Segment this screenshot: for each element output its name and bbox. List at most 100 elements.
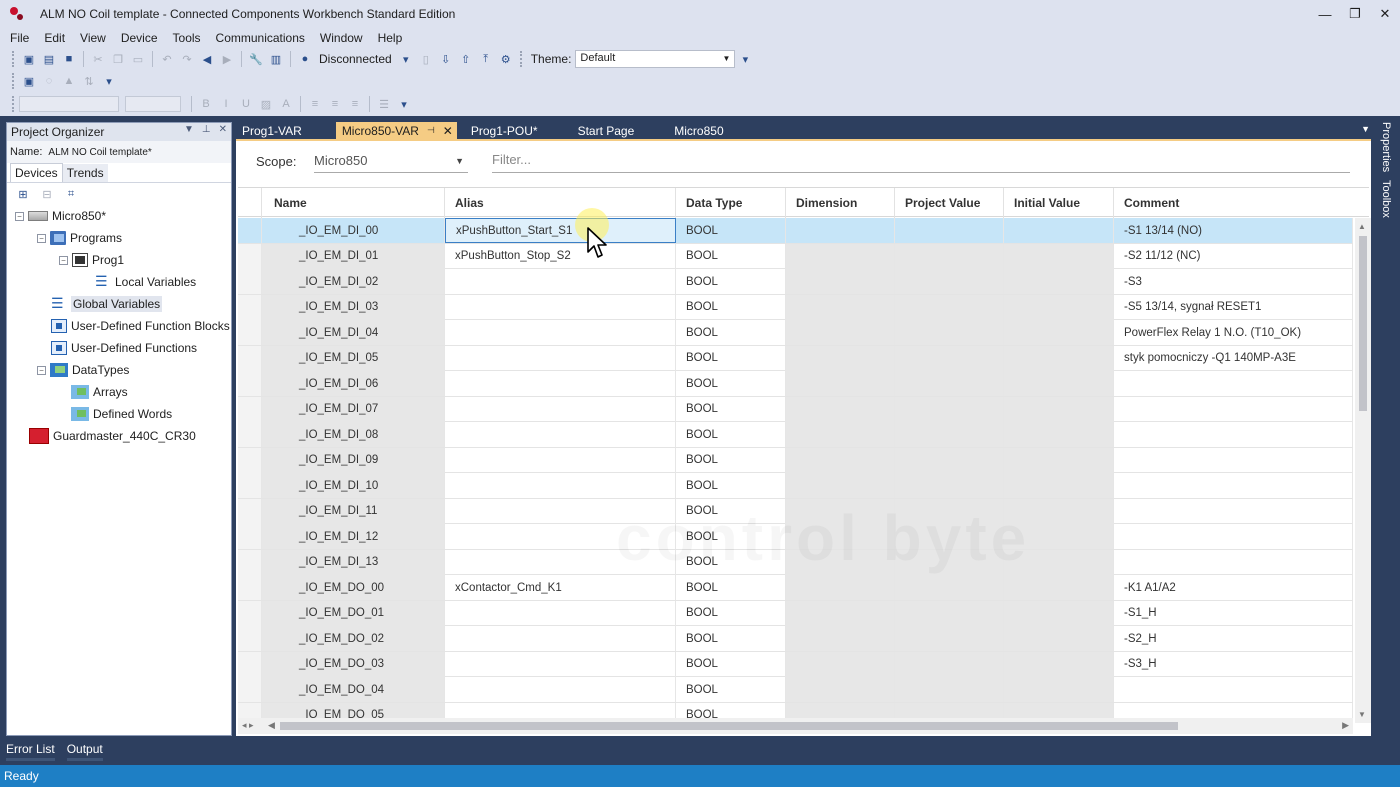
bold-icon[interactable]: B xyxy=(198,96,214,112)
debug-icon[interactable]: ⚙ xyxy=(498,51,514,67)
cell-dimension[interactable] xyxy=(786,626,895,651)
row-selector[interactable] xyxy=(238,422,262,447)
cell-project-value[interactable] xyxy=(895,600,1004,626)
row-selector[interactable] xyxy=(238,269,262,294)
close-tab-icon[interactable]: ✕ xyxy=(443,124,453,138)
cell-project-value[interactable] xyxy=(895,345,1004,371)
cell-project-value[interactable] xyxy=(895,371,1004,396)
cell-comment[interactable]: -S5 13/14, sygnał RESET1 xyxy=(1114,294,1353,320)
cell-alias[interactable] xyxy=(445,549,676,575)
cell-alias[interactable]: xContactor_Cmd_K1 xyxy=(445,575,676,600)
table-row[interactable]: _IO_EM_DI_09 BOOL xyxy=(238,447,1353,473)
tab-output[interactable]: Output xyxy=(66,742,103,761)
cell-project-value[interactable] xyxy=(895,447,1004,473)
cell-alias[interactable] xyxy=(445,498,676,524)
table-row[interactable]: _IO_EM_DI_04 BOOL PowerFlex Relay 1 N.O. (… xyxy=(238,320,1353,346)
cell-comment[interactable] xyxy=(1114,396,1353,422)
table-row[interactable]: _IO_EM_DO_03 BOOL -S3_H xyxy=(238,651,1353,677)
row-selector[interactable] xyxy=(238,371,262,396)
cell-name[interactable]: _IO_EM_DO_02 xyxy=(262,626,445,651)
cell-project-value[interactable] xyxy=(895,218,1004,243)
download-icon[interactable]: ⇩ xyxy=(438,51,454,67)
undo-icon[interactable]: ↶ xyxy=(159,51,175,67)
cell-alias[interactable] xyxy=(445,473,676,498)
cell-project-value[interactable] xyxy=(895,626,1004,651)
cell-name[interactable]: _IO_EM_DI_00 xyxy=(262,218,445,243)
cell-initial-value[interactable] xyxy=(1004,294,1114,320)
cell-alias[interactable] xyxy=(445,269,676,294)
warning-icon[interactable]: ▲ xyxy=(61,73,77,89)
row-selector[interactable] xyxy=(238,600,262,626)
cell-initial-value[interactable] xyxy=(1004,243,1114,269)
table-row[interactable]: _IO_EM_DI_01 xPushButton_Stop_S2 BOOL -S2 1… xyxy=(238,243,1353,269)
cell-data-type[interactable]: BOOL xyxy=(676,600,786,626)
cell-alias[interactable] xyxy=(445,677,676,702)
cell-name[interactable]: _IO_EM_DI_10 xyxy=(262,473,445,498)
highlight-icon[interactable]: ▨ xyxy=(258,96,274,112)
sort-icon[interactable]: ⇅ xyxy=(81,73,97,89)
tree-item[interactable]: Local Variables xyxy=(95,271,196,293)
side-tab-toolbox[interactable]: Toolbox xyxy=(1380,180,1392,218)
cell-name[interactable]: _IO_EM_DI_08 xyxy=(262,422,445,447)
cell-name[interactable]: _IO_EM_DI_13 xyxy=(262,549,445,575)
cell-data-type[interactable]: BOOL xyxy=(676,422,786,447)
tab-prog1-var[interactable]: Prog1-VAR xyxy=(236,122,308,139)
cell-comment[interactable]: -S1 13/14 (NO) xyxy=(1114,218,1353,243)
print-icon[interactable]: ▥ xyxy=(268,51,284,67)
cell-data-type[interactable]: BOOL xyxy=(676,371,786,396)
font-size-select[interactable] xyxy=(125,96,181,112)
cell-alias[interactable] xyxy=(445,345,676,371)
font-color-icon[interactable]: A xyxy=(278,96,294,112)
tree-item[interactable]: − Prog1 xyxy=(59,249,124,271)
cell-data-type[interactable]: BOOL xyxy=(676,626,786,651)
cell-dimension[interactable] xyxy=(786,345,895,371)
navigate-forward-icon[interactable]: ▶ xyxy=(219,51,235,67)
scroll-left-arrow-icon[interactable]: ◀ xyxy=(268,720,275,731)
cell-comment[interactable]: PowerFlex Relay 1 N.O. (T10_OK) xyxy=(1114,320,1353,345)
cell-dimension[interactable] xyxy=(786,294,895,320)
toolbar3-overflow-icon[interactable]: ▾ xyxy=(396,96,412,112)
cell-project-value[interactable] xyxy=(895,422,1004,447)
row-selector[interactable] xyxy=(238,498,262,524)
tree-item[interactable]: − Micro850* xyxy=(15,205,106,227)
cell-alias[interactable]: xPushButton_Start_S1 xyxy=(445,218,676,243)
tree-item[interactable]: Defined Words xyxy=(71,403,172,425)
cell-comment[interactable] xyxy=(1114,371,1353,396)
tree-item[interactable]: User-Defined Functions xyxy=(51,337,197,359)
tree-item[interactable]: Guardmaster_440C_CR30 xyxy=(29,425,196,447)
tree-expander-icon[interactable]: − xyxy=(37,233,46,243)
cell-dimension[interactable] xyxy=(786,422,895,447)
cell-initial-value[interactable] xyxy=(1004,600,1114,626)
tab-prog1-pou[interactable]: Prog1-POU* xyxy=(465,122,544,139)
menu-communications[interactable]: Communications xyxy=(210,31,311,45)
bullet-list-icon[interactable]: ☰ xyxy=(376,96,392,112)
tab-devices[interactable]: Devices xyxy=(10,163,63,182)
cell-name[interactable]: _IO_EM_DI_02 xyxy=(262,269,445,294)
row-selector[interactable] xyxy=(238,651,262,677)
scroll-right-icon[interactable]: ▶ xyxy=(1342,720,1349,731)
cell-project-value[interactable] xyxy=(895,294,1004,320)
align-left-icon[interactable]: ≡ xyxy=(307,96,323,112)
cell-initial-value[interactable] xyxy=(1004,371,1114,396)
side-tab-properties[interactable]: Properties xyxy=(1380,122,1392,172)
cell-name[interactable]: _IO_EM_DI_06 xyxy=(262,371,445,396)
cell-name[interactable]: _IO_EM_DO_04 xyxy=(262,677,445,702)
cell-comment[interactable]: -S1_H xyxy=(1114,600,1353,626)
cell-data-type[interactable]: BOOL xyxy=(676,396,786,422)
new-project-icon[interactable]: ▣ xyxy=(21,51,37,67)
menu-help[interactable]: Help xyxy=(372,31,409,45)
cell-data-type[interactable]: BOOL xyxy=(676,243,786,269)
cell-project-value[interactable] xyxy=(895,243,1004,269)
cell-alias[interactable] xyxy=(445,396,676,422)
cell-project-value[interactable] xyxy=(895,473,1004,498)
tree-item[interactable]: − Programs xyxy=(37,227,122,249)
tab-list-dropdown-icon[interactable]: ▼ xyxy=(1361,124,1370,134)
cell-name[interactable]: _IO_EM_DI_01 xyxy=(262,243,445,269)
cell-comment[interactable] xyxy=(1114,473,1353,498)
remove-device-icon[interactable]: ⊟ xyxy=(39,186,55,202)
cell-alias[interactable] xyxy=(445,524,676,549)
table-row[interactable]: _IO_EM_DI_08 BOOL xyxy=(238,422,1353,448)
cell-comment[interactable]: -S3_H xyxy=(1114,651,1353,677)
cell-dimension[interactable] xyxy=(786,575,895,600)
toolbar-overflow-icon[interactable]: ▾ xyxy=(737,51,753,67)
